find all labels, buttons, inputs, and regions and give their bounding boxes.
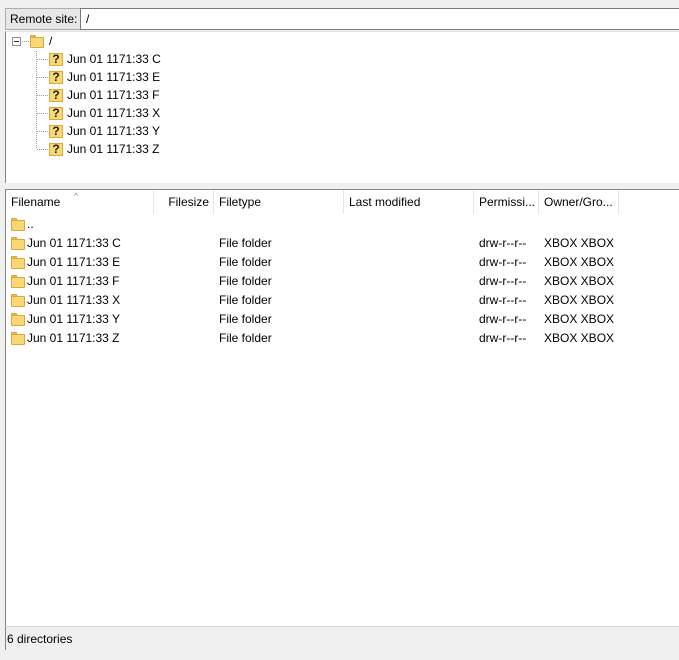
cell-filesize (154, 234, 210, 253)
unknown-folder-icon: ? (49, 51, 63, 66)
tree-item-label: Jun 01 1171:33 Y (67, 124, 160, 138)
folder-icon (11, 312, 25, 326)
collapse-icon[interactable] (12, 37, 21, 46)
column-header-filesize[interactable]: Filesize (154, 190, 214, 214)
unknown-folder-icon: ? (49, 105, 63, 120)
cell-permissions: drw-r--r-- (479, 331, 527, 345)
column-header-filetype[interactable]: Filetype (214, 190, 344, 214)
cell-last-modified (349, 272, 474, 291)
tree-connector (37, 113, 49, 114)
tree-item-label: Jun 01 1171:33 Z (67, 142, 160, 156)
cell-owner-group: XBOX XBOX (544, 331, 615, 345)
cell-permissions: drw-r--r-- (479, 255, 527, 269)
cell-filesize (154, 291, 210, 310)
tree-root-label[interactable]: / (49, 34, 52, 48)
folder-icon (11, 293, 25, 307)
cell-filename: Jun 01 1171:33 F (27, 274, 120, 288)
bottom-strip (0, 650, 679, 660)
cell-filetype: File folder (219, 312, 272, 326)
tree-connector (22, 41, 30, 42)
table-row[interactable]: Jun 01 1171:33 C File folder drw-r--r-- XBO… (6, 234, 679, 253)
unknown-folder-icon: ? (49, 69, 63, 84)
table-row[interactable]: Jun 01 1171:33 E File folder drw-r--r-- XBO… (6, 253, 679, 272)
column-header-owner-group[interactable]: Owner/Gro... (539, 190, 619, 214)
cell-owner-group: XBOX XBOX (544, 312, 615, 326)
tree-item-label: Jun 01 1171:33 C (67, 52, 161, 66)
cell-filesize (154, 310, 210, 329)
unknown-folder-icon: ? (49, 141, 63, 156)
tree-item-label: Jun 01 1171:33 X (67, 106, 161, 120)
tree-root-node[interactable]: / (6, 32, 679, 50)
remote-path-input[interactable]: / (80, 8, 679, 30)
tree-connector (37, 77, 49, 78)
cell-owner-group: XBOX XBOX (544, 293, 615, 307)
cell-last-modified (349, 291, 474, 310)
cell-filename: Jun 01 1171:33 C (27, 236, 121, 250)
remote-directory-tree[interactable]: / ? Jun 01 1171:33 C? Jun 01 1171:33 E? Jun… (5, 31, 679, 183)
list-header: ^ Filename Filesize Filetype Last modifi… (6, 190, 679, 214)
cell-permissions: drw-r--r-- (479, 312, 527, 326)
cell-last-modified (349, 253, 474, 272)
cell-last-modified (349, 234, 474, 253)
status-bar: 6 directories (5, 626, 679, 650)
cell-filetype: File folder (219, 236, 272, 250)
cell-filename: Jun 01 1171:33 Z (27, 331, 120, 345)
folder-icon (11, 274, 25, 288)
table-row[interactable]: Jun 01 1171:33 F File folder drw-r--r-- XBO… (6, 272, 679, 291)
remote-file-list[interactable]: ^ Filename Filesize Filetype Last modifi… (5, 189, 679, 626)
sort-ascending-icon: ^ (74, 191, 79, 201)
cell-filename: Jun 01 1171:33 E (27, 255, 121, 269)
tree-item-label: Jun 01 1171:33 E (67, 70, 161, 84)
folder-icon (30, 34, 44, 48)
unknown-folder-icon: ? (49, 123, 63, 138)
parent-directory-row[interactable]: .. (6, 215, 679, 234)
folder-icon (11, 217, 25, 231)
tree-connector (37, 149, 49, 150)
cell-filename: Jun 01 1171:33 X (27, 293, 121, 307)
tree-item[interactable]: ? Jun 01 1171:33 C (6, 50, 679, 68)
cell-filesize (154, 272, 210, 291)
tree-item[interactable]: ? Jun 01 1171:33 X (6, 104, 679, 122)
cell-owner-group: XBOX XBOX (544, 255, 615, 269)
column-header-filename[interactable]: ^ Filename (6, 190, 154, 214)
table-row[interactable]: Jun 01 1171:33 Z File folder drw-r--r-- XBO… (6, 329, 679, 348)
tree-connector (37, 59, 49, 60)
folder-icon (11, 236, 25, 250)
tree-item[interactable]: ? Jun 01 1171:33 F (6, 86, 679, 104)
unknown-folder-icon: ? (49, 87, 63, 102)
cell-filetype: File folder (219, 331, 272, 345)
column-header-last-modified[interactable]: Last modified (344, 190, 474, 214)
status-text: 6 directories (7, 632, 73, 646)
cell-permissions: drw-r--r-- (479, 236, 527, 250)
table-row[interactable]: Jun 01 1171:33 Y File folder drw-r--r-- XBO… (6, 310, 679, 329)
cell-permissions: drw-r--r-- (479, 293, 527, 307)
tree-item[interactable]: ? Jun 01 1171:33 E (6, 68, 679, 86)
cell-filetype: File folder (219, 293, 272, 307)
cell-filetype: File folder (219, 274, 272, 288)
tree-connector (37, 131, 49, 132)
tree-item[interactable]: ? Jun 01 1171:33 Y (6, 122, 679, 140)
cell-permissions: drw-r--r-- (479, 274, 527, 288)
folder-icon (11, 331, 25, 345)
cell-owner-group: XBOX XBOX (544, 236, 615, 250)
column-header-permissions[interactable]: Permissi... (474, 190, 539, 214)
cell-filetype: File folder (219, 255, 272, 269)
tree-item-label: Jun 01 1171:33 F (67, 88, 160, 102)
cell-filename: Jun 01 1171:33 Y (27, 312, 120, 326)
cell-owner-group: XBOX XBOX (544, 274, 615, 288)
folder-icon (11, 255, 25, 269)
tree-connector (37, 95, 49, 96)
cell-last-modified (349, 310, 474, 329)
cell-filesize (154, 329, 210, 348)
table-row[interactable]: Jun 01 1171:33 X File folder drw-r--r-- XBO… (6, 291, 679, 310)
parent-directory-label: .. (27, 217, 34, 231)
cell-last-modified (349, 329, 474, 348)
remote-site-label: Remote site: (5, 8, 83, 30)
cell-filesize (154, 253, 210, 272)
tree-item[interactable]: ? Jun 01 1171:33 Z (6, 140, 679, 158)
remote-site-bar: Remote site: / (0, 0, 679, 32)
